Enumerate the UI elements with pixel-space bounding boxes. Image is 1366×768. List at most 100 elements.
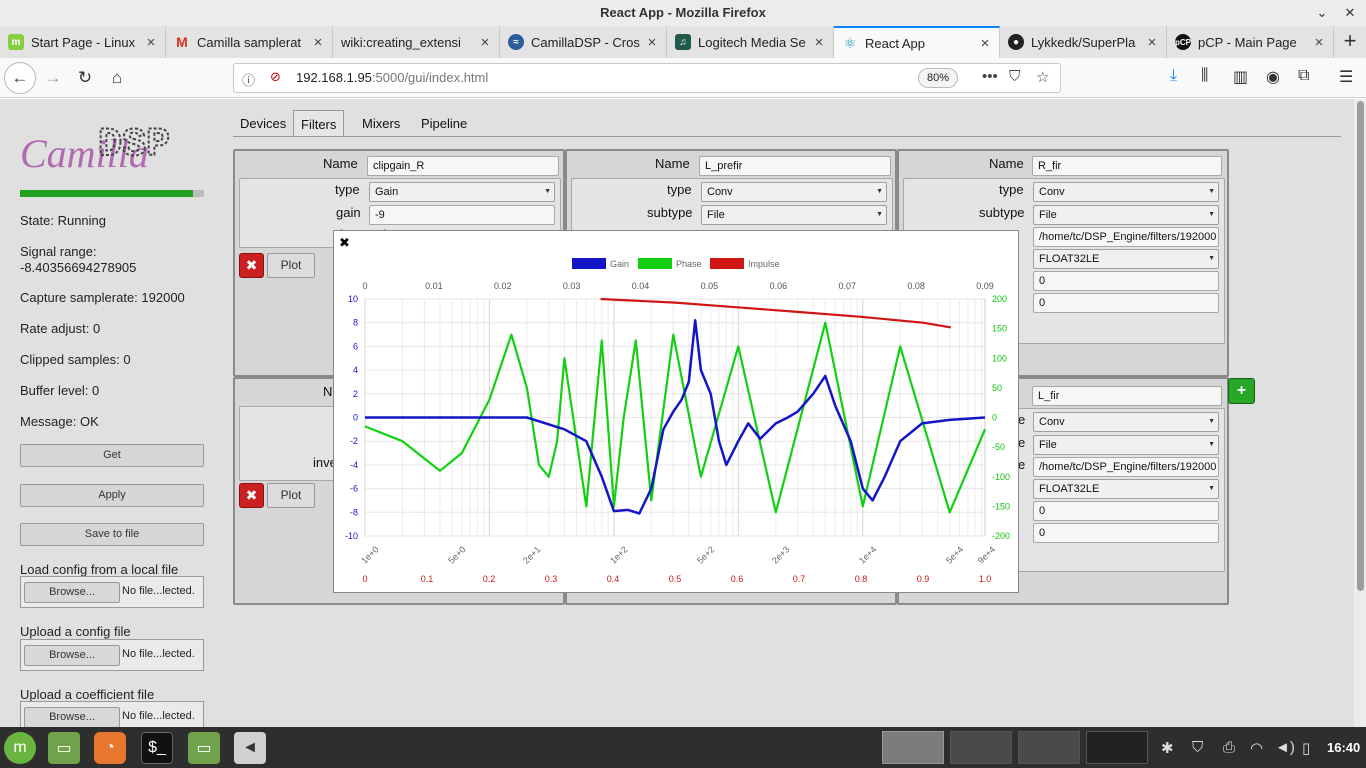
plot-button[interactable]: Plot [267, 253, 315, 278]
forward-arrow-icon[interactable]: → [37, 62, 69, 94]
frequency-tick-label: 5e+2 [695, 544, 716, 565]
page-actions-icon[interactable]: ••• [982, 68, 998, 85]
read-bytes-input[interactable]: 0 [1033, 523, 1219, 543]
chevron-down-icon: ▼ [1208, 188, 1215, 195]
close-tab-icon[interactable]: × [1311, 34, 1327, 51]
tab-react-app[interactable]: ⚛ React App × [834, 26, 1000, 58]
folder-icon[interactable]: ▭ [188, 732, 220, 764]
terminal-icon[interactable]: $_ [141, 732, 173, 764]
tab-pipeline[interactable]: Pipeline [414, 110, 474, 137]
tab-title: Start Page - Linux [31, 34, 136, 50]
minimize-icon[interactable]: ⌄ [1310, 0, 1334, 26]
tab-mixers[interactable]: Mixers [355, 110, 407, 137]
close-tab-icon[interactable]: × [811, 34, 827, 51]
delete-filter-button[interactable]: ✖ [239, 483, 264, 508]
format-select[interactable]: FLOAT32LE ▼ [1033, 479, 1219, 499]
load-local-file-input[interactable]: Browse... No file...lected. [20, 576, 204, 608]
zoom-level-badge[interactable]: 80% [918, 68, 959, 88]
filter-name-input[interactable]: clipgain_R [367, 156, 559, 176]
screenshot-icon[interactable]: ⧉ [1298, 67, 1309, 85]
pcp-icon: pCP [1175, 34, 1191, 50]
menu-icon[interactable]: ☰ [1339, 67, 1353, 87]
tab-filters[interactable]: Filters [293, 110, 345, 137]
get-button[interactable]: Get [20, 444, 204, 467]
url-text[interactable]: 192.168.1.95:5000/gui/index.html [296, 70, 488, 85]
workspace-4[interactable] [1086, 731, 1148, 764]
tab-gmail[interactable]: M Camilla samplerat × [166, 26, 333, 58]
legend-label: Impulse [748, 259, 780, 269]
tab-camilladsp-forum[interactable]: ≈ CamillaDSP - Cros × [500, 26, 667, 58]
library-icon[interactable]: ⫼ [1201, 67, 1208, 85]
bookmark-star-icon[interactable]: ☆ [1036, 68, 1049, 86]
close-tab-icon[interactable]: × [644, 34, 660, 51]
add-filter-button[interactable]: + [1228, 378, 1255, 404]
skip-bytes-input[interactable]: 0 [1033, 271, 1219, 291]
filter-name-input[interactable]: L_fir [1032, 386, 1222, 406]
subtype-select[interactable]: File ▼ [701, 205, 887, 225]
browse-button[interactable]: Browse... [24, 582, 120, 603]
volume-icon[interactable]: ◄) [1275, 739, 1295, 756]
reload-icon[interactable]: ↻ [69, 62, 101, 94]
upload-config-file-input[interactable]: Browse... No file...lected. [20, 639, 204, 671]
notifications-icon[interactable]: ▯ [1302, 739, 1310, 757]
save-to-file-button[interactable]: Save to file [20, 523, 204, 546]
pocket-icon[interactable]: ⛉ [1009, 68, 1020, 85]
sidebar-icon[interactable]: ▥ [1233, 67, 1248, 87]
filter-name-input[interactable]: R_fir [1032, 156, 1222, 176]
type-select[interactable]: Conv ▼ [1033, 412, 1219, 432]
home-icon[interactable]: ⌂ [101, 62, 133, 94]
gain-input[interactable]: -9 [369, 205, 555, 225]
plot-button[interactable]: Plot [267, 483, 315, 508]
wifi-icon[interactable]: ◠ [1250, 739, 1263, 757]
tab-github[interactable]: ● Lykkedk/SuperPla × [1000, 26, 1167, 58]
subtype-select[interactable]: File ▼ [1033, 205, 1219, 225]
page-scrollbar[interactable] [1354, 99, 1366, 727]
close-tab-icon[interactable]: × [1144, 34, 1160, 51]
close-tab-icon[interactable]: × [143, 34, 159, 51]
upload-coefficient-file-input[interactable]: Browse... No file...lected. [20, 701, 204, 727]
subtype-select[interactable]: File ▼ [1033, 435, 1219, 455]
url-bar[interactable]: ⓘ ⊘ 192.168.1.95:5000/gui/index.html 80%… [233, 63, 1061, 93]
workspace-1[interactable] [882, 731, 944, 764]
close-tab-icon[interactable]: × [477, 34, 493, 51]
bluetooth-icon[interactable]: ✱ [1161, 739, 1174, 757]
filename-input[interactable]: /home/tc/DSP_Engine/filters/192000 [1033, 457, 1219, 477]
close-tab-icon[interactable]: × [977, 35, 993, 52]
audio-icon[interactable]: ◄ [234, 732, 266, 764]
files-icon[interactable]: ▭ [48, 732, 80, 764]
tabs-divider [233, 136, 1341, 137]
workspace-3[interactable] [1018, 731, 1080, 764]
back-arrow-icon[interactable]: ← [4, 62, 36, 94]
account-icon[interactable]: ◉ [1266, 67, 1280, 87]
download-icon[interactable]: ⤓ [1170, 67, 1177, 85]
type-select[interactable]: Conv ▼ [1033, 182, 1219, 202]
close-icon[interactable]: ✖ [339, 235, 350, 251]
type-select[interactable]: Conv ▼ [701, 182, 887, 202]
browse-button[interactable]: Browse... [24, 645, 120, 666]
workspace-2[interactable] [950, 731, 1012, 764]
signal-range-label: Signal range: [20, 244, 97, 259]
tab-start-page[interactable]: m Start Page - Linux × [0, 26, 166, 58]
info-icon[interactable]: ⓘ [242, 70, 255, 89]
tab-logitech-media[interactable]: ♫ Logitech Media Se × [667, 26, 834, 58]
filename-input[interactable]: /home/tc/DSP_Engine/filters/192000 [1033, 227, 1219, 247]
shield-icon[interactable]: ⛉ [1192, 739, 1203, 756]
skip-bytes-input[interactable]: 0 [1033, 501, 1219, 521]
close-window-icon[interactable]: ✕ [1338, 0, 1362, 26]
type-select[interactable]: Gain ▼ [369, 182, 555, 202]
tab-pcp[interactable]: pCP pCP - Main Page × [1167, 26, 1334, 58]
firefox-icon[interactable]: ◔ [94, 732, 126, 764]
tab-devices[interactable]: Devices [233, 110, 293, 137]
mint-menu-icon[interactable]: m [4, 732, 36, 764]
printer-icon[interactable]: ⎙ [1223, 739, 1235, 756]
tab-wiki[interactable]: wiki:creating_extensi × [333, 26, 500, 58]
browse-button[interactable]: Browse... [24, 707, 120, 727]
scrollbar-thumb[interactable] [1357, 101, 1364, 591]
new-tab-icon[interactable]: + [1334, 26, 1366, 58]
delete-filter-button[interactable]: ✖ [239, 253, 264, 278]
filter-name-input[interactable]: L_prefir [699, 156, 891, 176]
apply-button[interactable]: Apply [20, 484, 204, 507]
read-bytes-input[interactable]: 0 [1033, 293, 1219, 313]
close-tab-icon[interactable]: × [310, 34, 326, 51]
format-select[interactable]: FLOAT32LE ▼ [1033, 249, 1219, 269]
